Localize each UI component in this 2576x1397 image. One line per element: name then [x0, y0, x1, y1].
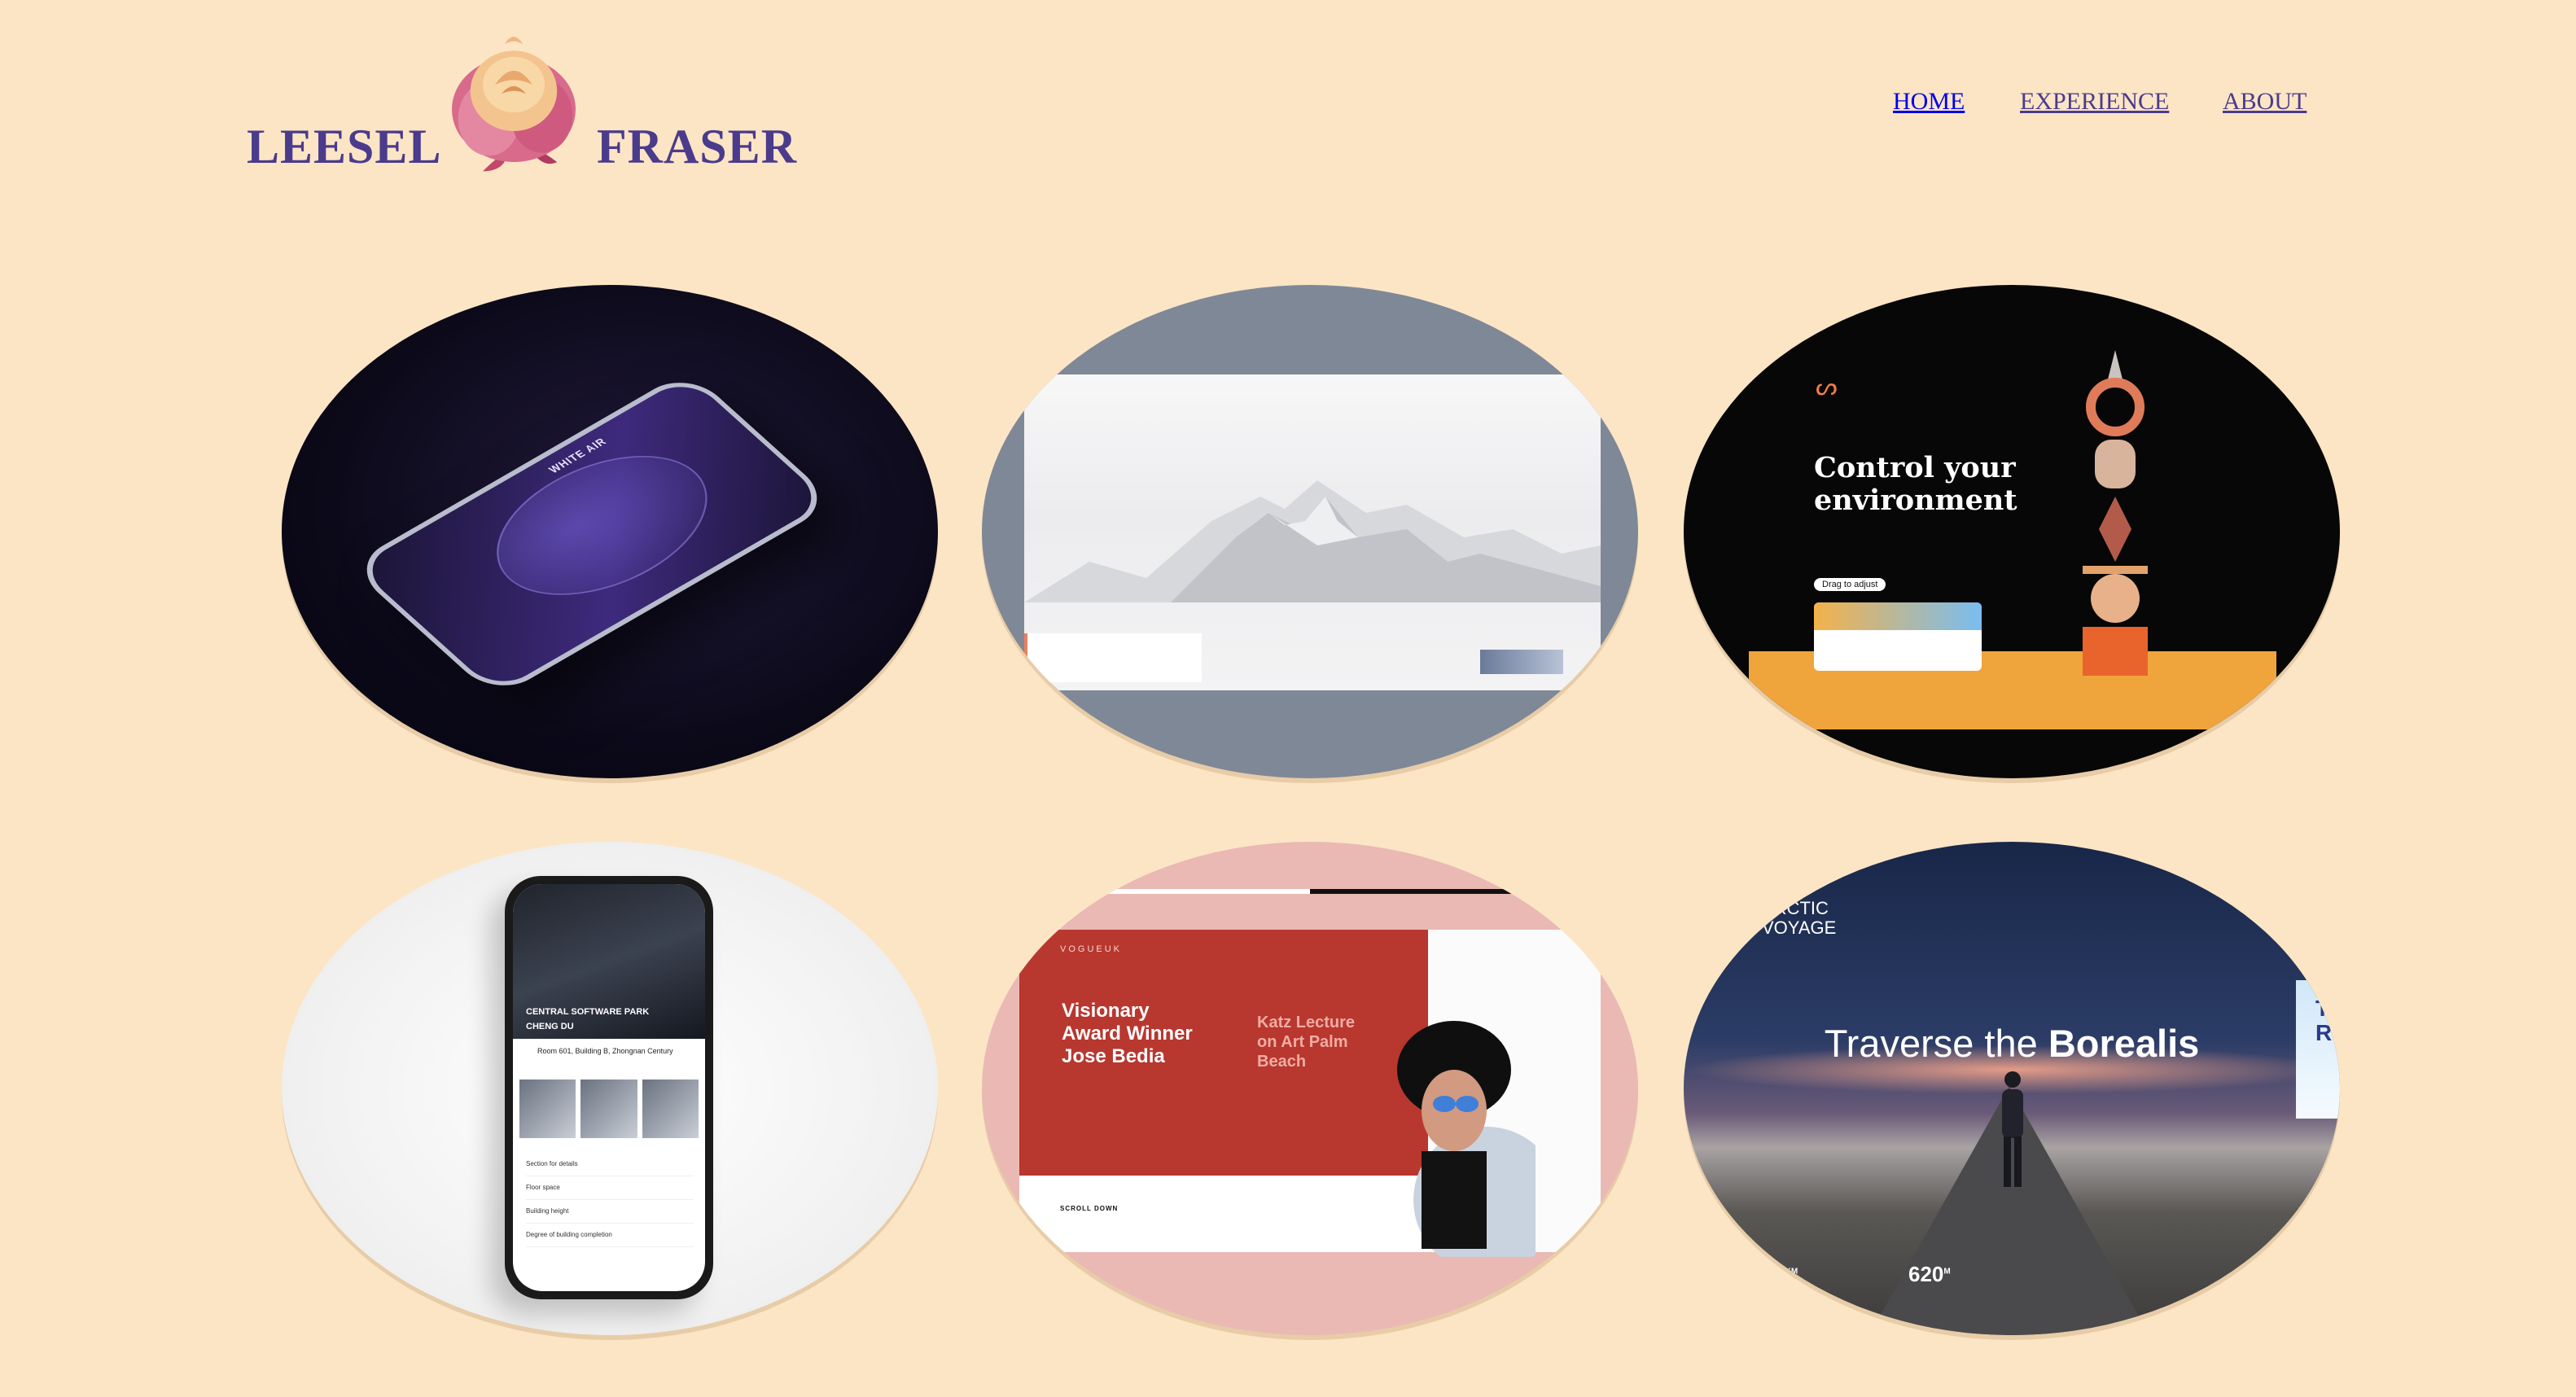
sculpture-graphic [2083, 350, 2148, 676]
control-panel [1814, 602, 1982, 671]
mountain-image [1024, 480, 1601, 602]
phone-mockup: WHITE AIR [348, 369, 836, 699]
brand-logo: ARCTIC VOYAGE [1749, 899, 1836, 938]
elevation-unit: M [1943, 1267, 1951, 1277]
project-headline: Control your environment [1814, 451, 2017, 517]
progress-bar [1070, 889, 1550, 894]
scroll-down-label: SCROLL DOWN [1060, 1205, 1119, 1212]
project-card-4[interactable]: CENTRAL SOFTWARE PARK CHENG DU Room 601,… [282, 842, 938, 1335]
phone-screen: CENTRAL SOFTWARE PARK CHENG DU Room 601,… [513, 884, 705, 1291]
headline-light: Traverse the [1824, 1022, 2048, 1065]
nav-home-link[interactable]: HOME [1893, 85, 1965, 118]
project-card-6[interactable]: ARCTIC VOYAGE Traverse the Borealis 45.5… [1684, 842, 2340, 1335]
drag-tooltip: Drag to adjust [1814, 578, 1886, 591]
logo-last-name: FRASER [597, 120, 798, 173]
details-list: Section for details Floor space Building… [526, 1153, 694, 1247]
walker-figure [2002, 1071, 2023, 1187]
building-thumbnail [580, 1080, 637, 1138]
brand-mark-icon: ᔕ [1816, 374, 1838, 401]
headline-main: Visionary Award Winner Jose Bedia [1062, 1000, 1193, 1067]
distance-stat: 45.5KM [1744, 1262, 1798, 1287]
brand-logo: VOGUEUK [1060, 944, 1123, 954]
building-thumbnail [519, 1080, 576, 1138]
logo-first-name: LEESEL [247, 120, 442, 173]
thumbnail-row [519, 1080, 699, 1138]
details-row: Building height [526, 1200, 694, 1224]
distance-value: 45.5 [1744, 1262, 1785, 1286]
project-card-2[interactable] [982, 285, 1638, 778]
phone-mockup: CENTRAL SOFTWARE PARK CHENG DU Room 601,… [505, 876, 713, 1299]
headline-bold: Borealis [2048, 1022, 2200, 1065]
bottom-bar [1019, 1176, 1428, 1252]
details-row: Degree of building completion [526, 1224, 694, 1247]
details-row: Floor space [526, 1176, 694, 1200]
portrait-image [1397, 1021, 1536, 1257]
project-headline: Traverse the Borealis [1684, 1021, 2340, 1066]
rose-icon [452, 37, 576, 172]
info-panel [1024, 633, 1202, 682]
details-row: Section for details [526, 1153, 694, 1176]
globe-graphic [459, 427, 744, 624]
gallery-thumbnail [1480, 650, 1563, 674]
website-screenshot [1024, 374, 1601, 690]
project-card-5[interactable]: VOGUEUK Visionary Award Winner Jose Bedi… [982, 842, 1638, 1335]
hero-title: CENTRAL SOFTWARE PARK CHENG DU [526, 1007, 650, 1031]
next-slide-preview: TU RO [2296, 980, 2340, 1119]
distance-unit: KM [1785, 1267, 1798, 1277]
nav-about-link[interactable]: ABOUT [2223, 85, 2307, 118]
gradient-slider [1814, 602, 1982, 630]
next-slide-text: TU RO [2315, 996, 2340, 1045]
elevation-value: 620 [1908, 1262, 1944, 1286]
elevation-stat: 620M [1908, 1262, 1951, 1287]
headline-secondary: Katz Lecture on Art Palm Beach [1257, 1014, 1356, 1071]
address-text: Room 601, Building B, Zhongnan Century [537, 1047, 673, 1055]
building-hero-image: CENTRAL SOFTWARE PARK CHENG DU [513, 884, 705, 1039]
nav-experience-link[interactable]: EXPERIENCE [2020, 85, 2169, 118]
project-card-1[interactable]: WHITE AIR [282, 285, 938, 778]
project-card-3[interactable]: ᔕ Control your environment Drag to adjus… [1684, 285, 2340, 778]
building-thumbnail [642, 1080, 699, 1138]
